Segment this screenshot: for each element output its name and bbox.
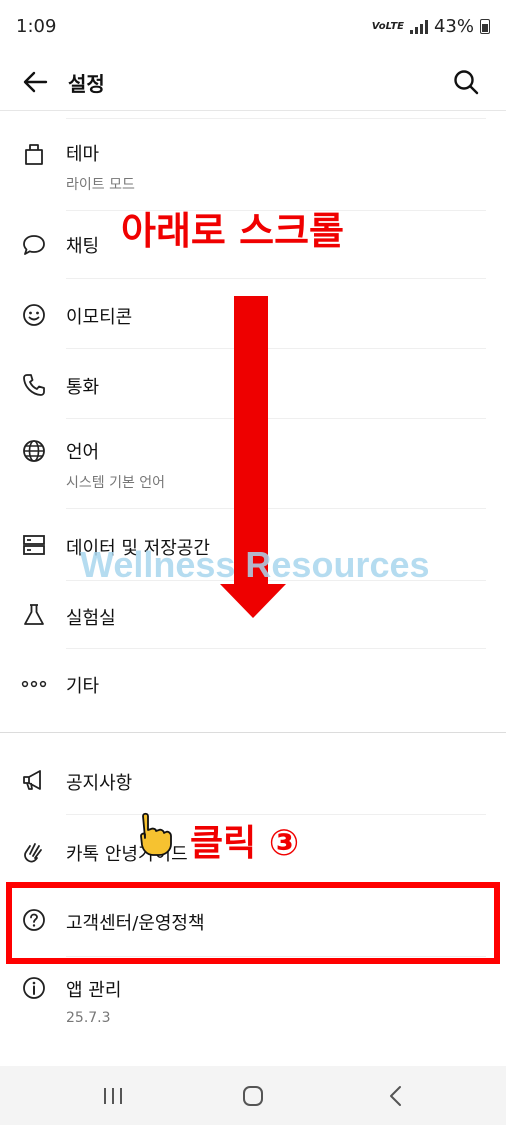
smiley-icon: [23, 304, 45, 326]
pointing-hand-icon: [140, 812, 172, 856]
settings-item-label: 앱 관리: [66, 980, 122, 1001]
divider: [66, 278, 486, 279]
settings-item-sub: 라이트 모드: [66, 177, 135, 193]
settings-item-label: 이모티콘: [66, 307, 133, 328]
more-dots-icon: [21, 680, 47, 688]
settings-item-sub: 25.7.3: [66, 1010, 111, 1026]
settings-item-label: 실험실: [66, 608, 116, 629]
settings-item-label: 기타: [66, 676, 100, 697]
settings-item-sub: 시스템 기본 언어: [66, 475, 166, 491]
status-right: VoLTE 43%: [372, 16, 490, 37]
settings-item-label: 채팅: [66, 236, 100, 257]
recents-button[interactable]: [97, 1080, 129, 1112]
section-divider: [0, 732, 506, 733]
network-badge: VoLTE: [371, 21, 404, 32]
storage-icon: [23, 535, 45, 555]
settings-item-notice[interactable]: 공지사항: [0, 746, 506, 814]
home-icon: [243, 1086, 263, 1106]
recents-icon: [104, 1088, 122, 1104]
watermark: Wellness Resources: [80, 544, 430, 585]
back-button[interactable]: [18, 64, 54, 100]
system-back-button[interactable]: [380, 1080, 412, 1112]
settings-item-label: 언어: [66, 442, 100, 463]
chat-bubble-icon: [23, 235, 45, 255]
system-nav-bar: [0, 1066, 506, 1125]
settings-item-app-manage[interactable]: 앱 관리 25.7.3: [0, 958, 506, 1048]
search-icon: [454, 70, 479, 95]
settings-item-label: 테마: [66, 144, 100, 165]
settings-item-label: 공지사항: [66, 773, 133, 794]
megaphone-icon: [23, 770, 41, 790]
signal-icon: [409, 19, 428, 34]
battery-percent: 43%: [433, 16, 474, 37]
divider: [66, 118, 486, 119]
annotation-click-text: 클릭 ③: [190, 823, 300, 864]
page-title: 설정: [68, 72, 105, 96]
battery-icon: [480, 19, 490, 34]
settings-item-label: 통화: [66, 377, 100, 398]
home-button[interactable]: [237, 1080, 269, 1112]
app-header: 설정: [0, 56, 506, 111]
status-time: 1:09: [16, 16, 57, 37]
flask-icon: [24, 604, 44, 625]
arrow-left-icon: [23, 71, 48, 93]
back-chevron-icon: [390, 1086, 401, 1106]
status-bar: 1:09 VoLTE 43%: [0, 0, 506, 56]
globe-icon: [23, 440, 45, 462]
annotation-highlight-box: [6, 882, 500, 964]
settings-item-etc[interactable]: 기타: [0, 650, 506, 718]
theme-brush-icon: [25, 144, 43, 165]
annotation-scroll-text: 아래로 스크롤: [121, 209, 344, 253]
phone-icon: [23, 374, 45, 396]
settings-item-theme[interactable]: 테마 라이트 모드: [0, 124, 506, 210]
waving-hand-icon: [24, 843, 42, 863]
info-circle-icon: [23, 977, 45, 999]
divider: [66, 648, 486, 649]
search-button[interactable]: [448, 64, 484, 100]
